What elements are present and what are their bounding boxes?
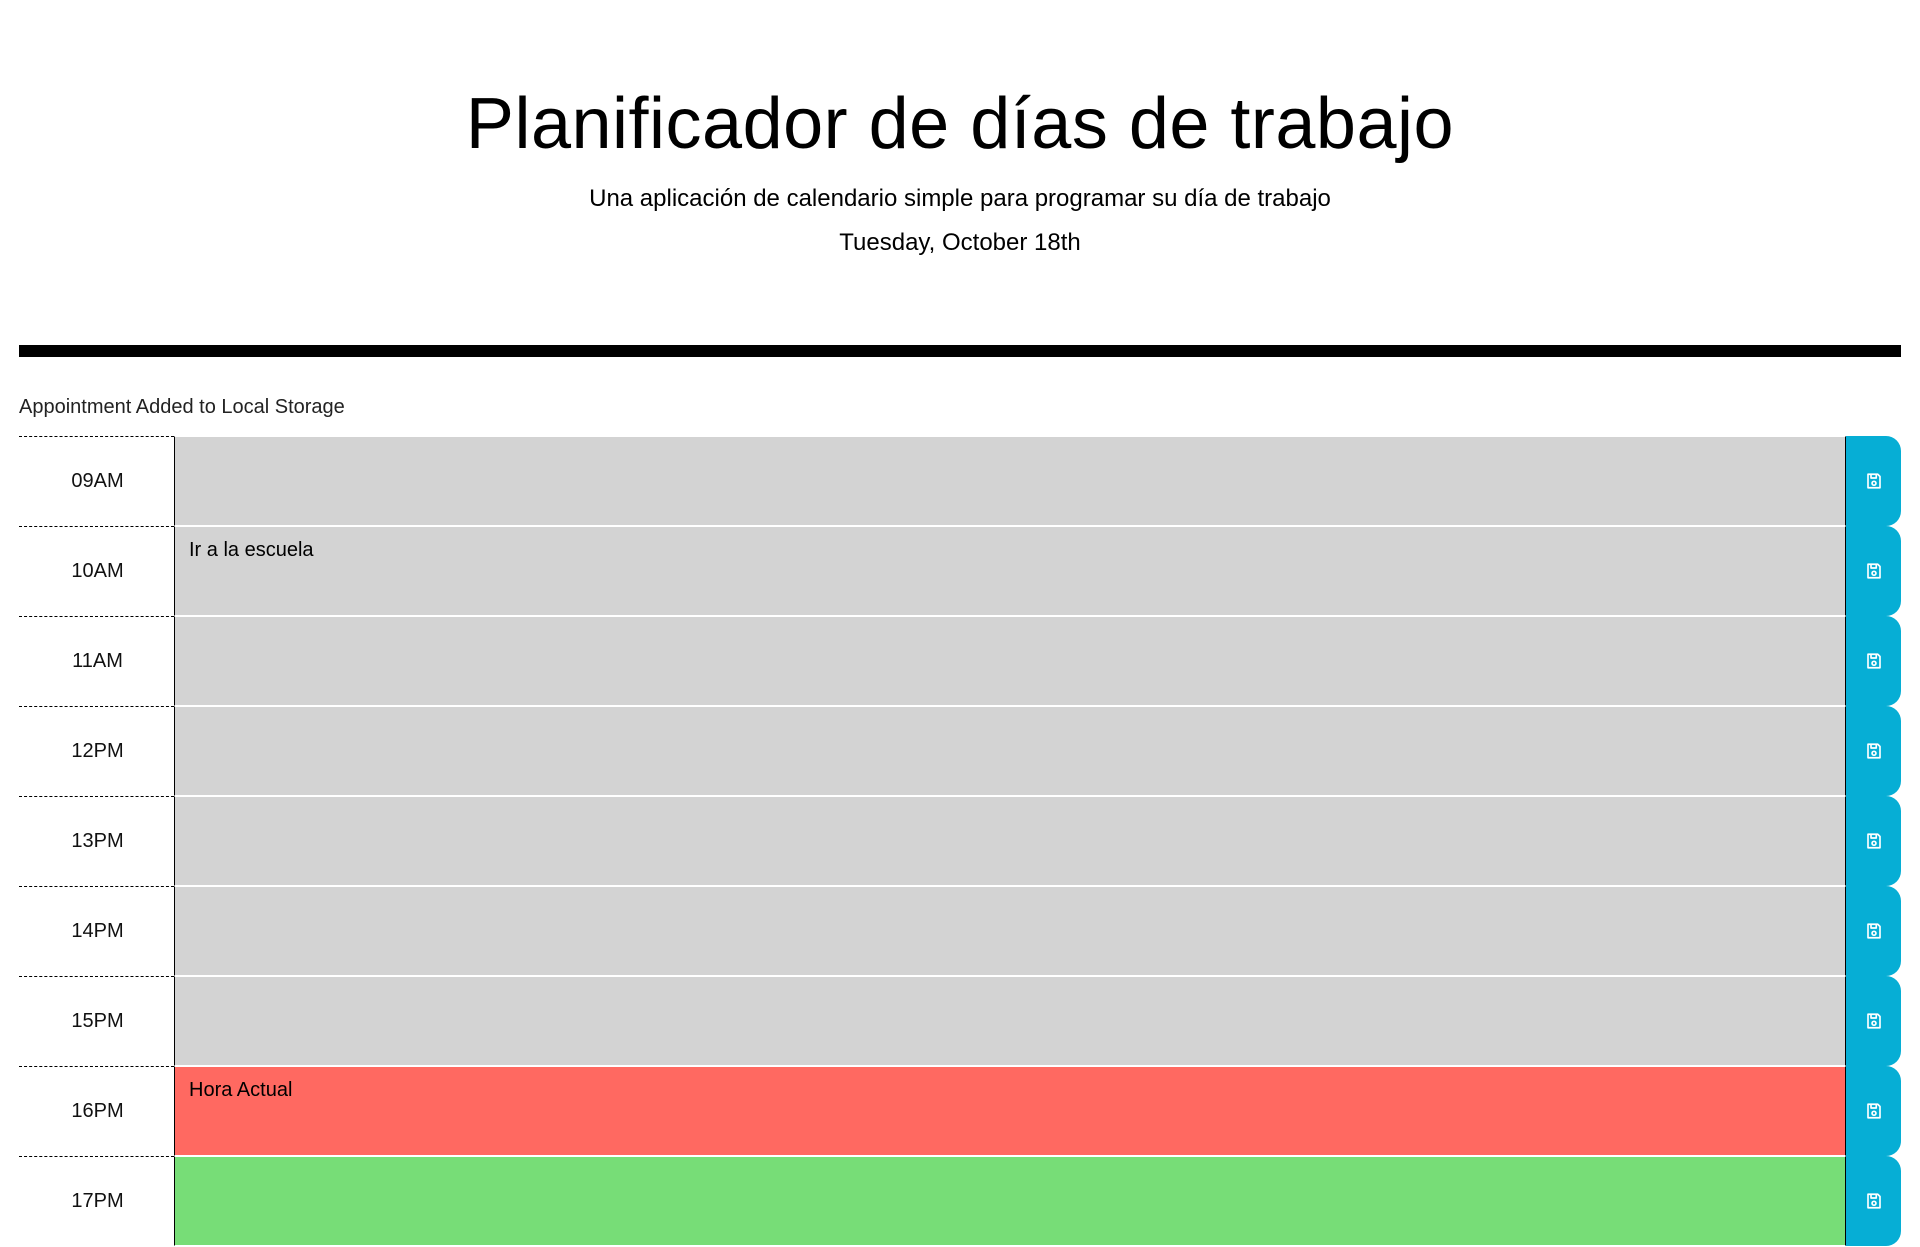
header: Planificador de días de trabajo Una apli… — [0, 0, 1920, 266]
floppy-disk-icon — [1865, 742, 1883, 760]
appointment-input[interactable] — [174, 526, 1846, 616]
time-block: 15PM — [19, 976, 1901, 1066]
hour-label: 09AM — [19, 436, 174, 526]
hour-label: 13PM — [19, 796, 174, 886]
current-day: Tuesday, October 18th — [839, 229, 1081, 256]
appointment-input[interactable] — [174, 886, 1846, 976]
save-button[interactable] — [1846, 1066, 1901, 1156]
time-block: 12PM — [19, 706, 1901, 796]
time-block: 13PM — [19, 796, 1901, 886]
save-button[interactable] — [1846, 436, 1901, 526]
header-divider — [19, 345, 1901, 357]
floppy-disk-icon — [1865, 562, 1883, 580]
save-button[interactable] — [1846, 976, 1901, 1066]
page-subtitle: Una aplicación de calendario simple para… — [589, 185, 1331, 212]
hour-label: 11AM — [19, 616, 174, 706]
save-button[interactable] — [1846, 526, 1901, 616]
save-button[interactable] — [1846, 886, 1901, 976]
hour-label: 12PM — [19, 706, 174, 796]
time-block: 10AM — [19, 526, 1901, 616]
floppy-disk-icon — [1865, 652, 1883, 670]
hour-label: 17PM — [19, 1156, 174, 1246]
appointment-input[interactable] — [174, 706, 1846, 796]
save-button[interactable] — [1846, 1156, 1901, 1246]
floppy-disk-icon — [1865, 1102, 1883, 1120]
floppy-disk-icon — [1865, 1192, 1883, 1210]
time-block: 09AM — [19, 436, 1901, 526]
appointment-input[interactable] — [174, 1156, 1846, 1246]
save-button[interactable] — [1846, 616, 1901, 706]
floppy-disk-icon — [1865, 832, 1883, 850]
appointment-input[interactable] — [174, 976, 1846, 1066]
floppy-disk-icon — [1865, 472, 1883, 490]
appointment-input[interactable] — [174, 1066, 1846, 1156]
time-block: 14PM — [19, 886, 1901, 976]
save-button[interactable] — [1846, 706, 1901, 796]
time-block: 16PM — [19, 1066, 1901, 1156]
hour-label: 16PM — [19, 1066, 174, 1156]
time-block: 17PM — [19, 1156, 1901, 1246]
storage-notice: Appointment Added to Local Storage — [19, 396, 345, 418]
page-title: Planificador de días de trabajo — [465, 84, 1455, 164]
floppy-disk-icon — [1865, 922, 1883, 940]
appointment-input[interactable] — [174, 436, 1846, 526]
time-block: 11AM — [19, 616, 1901, 706]
page: Planificador de días de trabajo Una apli… — [0, 0, 1920, 1247]
hour-label: 14PM — [19, 886, 174, 976]
save-button[interactable] — [1846, 796, 1901, 886]
appointment-input[interactable] — [174, 616, 1846, 706]
planner: 09AM 10AM 11AM 12PM 13PM 14PM — [19, 436, 1901, 1246]
hour-label: 10AM — [19, 526, 174, 616]
appointment-input[interactable] — [174, 796, 1846, 886]
floppy-disk-icon — [1865, 1012, 1883, 1030]
hour-label: 15PM — [19, 976, 174, 1066]
